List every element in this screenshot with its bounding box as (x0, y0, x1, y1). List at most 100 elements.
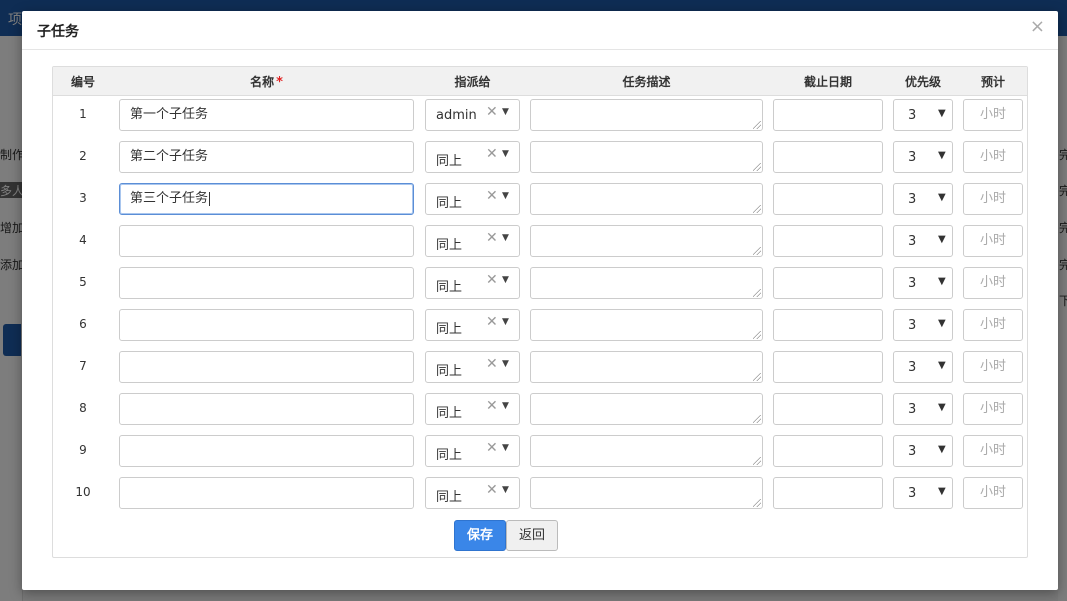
priority-value: 3 (908, 444, 917, 459)
resize-handle-icon[interactable] (753, 289, 761, 297)
deadline-input[interactable] (773, 309, 883, 341)
assign-select[interactable]: 同上 ✕ ▼ (425, 309, 520, 341)
deadline-input[interactable] (773, 267, 883, 299)
estimate-input[interactable]: 小时 (963, 351, 1023, 383)
resize-handle-icon[interactable] (753, 415, 761, 423)
clear-icon[interactable]: ✕ (486, 398, 498, 414)
priority-select[interactable]: 3 ▼ (893, 141, 953, 173)
subtask-modal: 子任务 × 编号 名称 * 指派给 任务描述 截止日期 优先级 预计 1 第一个子… (22, 11, 1058, 590)
task-name-input[interactable] (119, 477, 414, 509)
assign-select[interactable]: 同上 ✕ ▼ (425, 141, 520, 173)
task-name-input[interactable]: 第二个子任务 (119, 141, 414, 173)
table-row: 2 第二个子任务 同上 ✕ ▼ 3 ▼ 小时 (53, 141, 1027, 183)
resize-handle-icon[interactable] (753, 205, 761, 213)
header-name-label: 名称 (250, 75, 275, 89)
back-button[interactable]: 返回 (506, 520, 558, 551)
task-name-input[interactable] (119, 435, 414, 467)
table-header: 编号 名称 * 指派给 任务描述 截止日期 优先级 预计 (53, 67, 1027, 96)
clear-icon[interactable]: ✕ (486, 356, 498, 372)
task-desc-textarea[interactable] (530, 393, 763, 425)
priority-value: 3 (908, 318, 917, 333)
resize-handle-icon[interactable] (753, 121, 761, 129)
chevron-down-icon: ▼ (938, 360, 946, 371)
task-desc-textarea[interactable] (530, 267, 763, 299)
priority-value: 3 (908, 402, 917, 417)
header-desc: 任务描述 (622, 75, 671, 89)
clear-icon[interactable]: ✕ (486, 482, 498, 498)
estimate-input[interactable]: 小时 (963, 477, 1023, 509)
estimate-input[interactable]: 小时 (963, 435, 1023, 467)
task-name-input[interactable] (119, 309, 414, 341)
task-name-input[interactable] (119, 267, 414, 299)
task-desc-textarea[interactable] (530, 309, 763, 341)
clear-icon[interactable]: ✕ (486, 146, 498, 162)
priority-select[interactable]: 3 ▼ (893, 351, 953, 383)
task-desc-textarea[interactable] (530, 99, 763, 131)
assign-value: 同上 (436, 196, 463, 211)
priority-select[interactable]: 3 ▼ (893, 99, 953, 131)
assign-select[interactable]: 同上 ✕ ▼ (425, 351, 520, 383)
table-row: 4 同上 ✕ ▼ 3 ▼ 小时 (53, 225, 1027, 267)
deadline-input[interactable] (773, 351, 883, 383)
clear-icon[interactable]: ✕ (486, 230, 498, 246)
assign-select[interactable]: admin ✕ ▼ (425, 99, 520, 131)
row-number: 1 (79, 107, 87, 121)
priority-select[interactable]: 3 ▼ (893, 309, 953, 341)
estimate-input[interactable]: 小时 (963, 225, 1023, 257)
priority-select[interactable]: 3 ▼ (893, 477, 953, 509)
resize-handle-icon[interactable] (753, 499, 761, 507)
estimate-input[interactable]: 小时 (963, 183, 1023, 215)
save-button[interactable]: 保存 (454, 520, 506, 551)
clear-icon[interactable]: ✕ (486, 104, 498, 120)
assign-select[interactable]: 同上 ✕ ▼ (425, 225, 520, 257)
task-name-input[interactable]: 第一个子任务 (119, 99, 414, 131)
chevron-down-icon: ▼ (938, 318, 946, 329)
resize-handle-icon[interactable] (753, 163, 761, 171)
assign-select[interactable]: 同上 ✕ ▼ (425, 393, 520, 425)
chevron-down-icon: ▼ (502, 485, 509, 495)
assign-select[interactable]: 同上 ✕ ▼ (425, 183, 520, 215)
estimate-input[interactable]: 小时 (963, 141, 1023, 173)
task-desc-textarea[interactable] (530, 435, 763, 467)
clear-icon[interactable]: ✕ (486, 272, 498, 288)
deadline-input[interactable] (773, 141, 883, 173)
task-name-input[interactable] (119, 225, 414, 257)
chevron-down-icon: ▼ (502, 275, 509, 285)
task-desc-textarea[interactable] (530, 351, 763, 383)
priority-select[interactable]: 3 ▼ (893, 225, 953, 257)
estimate-input[interactable]: 小时 (963, 267, 1023, 299)
task-desc-textarea[interactable] (530, 225, 763, 257)
task-desc-textarea[interactable] (530, 183, 763, 215)
estimate-input[interactable]: 小时 (963, 393, 1023, 425)
deadline-input[interactable] (773, 393, 883, 425)
deadline-input[interactable] (773, 183, 883, 215)
task-desc-textarea[interactable] (530, 141, 763, 173)
priority-select[interactable]: 3 ▼ (893, 267, 953, 299)
task-desc-textarea[interactable] (530, 477, 763, 509)
task-name-input[interactable]: 第三个子任务 (119, 183, 414, 215)
table-row: 3 第三个子任务 同上 ✕ ▼ 3 ▼ 小时 (53, 183, 1027, 225)
priority-select[interactable]: 3 ▼ (893, 183, 953, 215)
priority-select[interactable]: 3 ▼ (893, 393, 953, 425)
task-name-input[interactable] (119, 393, 414, 425)
clear-icon[interactable]: ✕ (486, 188, 498, 204)
resize-handle-icon[interactable] (753, 247, 761, 255)
clear-icon[interactable]: ✕ (486, 440, 498, 456)
close-icon[interactable]: × (1030, 17, 1045, 37)
deadline-input[interactable] (773, 99, 883, 131)
deadline-input[interactable] (773, 225, 883, 257)
estimate-input[interactable]: 小时 (963, 99, 1023, 131)
assign-value: 同上 (436, 490, 463, 505)
resize-handle-icon[interactable] (753, 373, 761, 381)
priority-select[interactable]: 3 ▼ (893, 435, 953, 467)
deadline-input[interactable] (773, 435, 883, 467)
assign-select[interactable]: 同上 ✕ ▼ (425, 435, 520, 467)
resize-handle-icon[interactable] (753, 457, 761, 465)
deadline-input[interactable] (773, 477, 883, 509)
task-name-input[interactable] (119, 351, 414, 383)
assign-select[interactable]: 同上 ✕ ▼ (425, 267, 520, 299)
estimate-input[interactable]: 小时 (963, 309, 1023, 341)
clear-icon[interactable]: ✕ (486, 314, 498, 330)
assign-select[interactable]: 同上 ✕ ▼ (425, 477, 520, 509)
resize-handle-icon[interactable] (753, 331, 761, 339)
